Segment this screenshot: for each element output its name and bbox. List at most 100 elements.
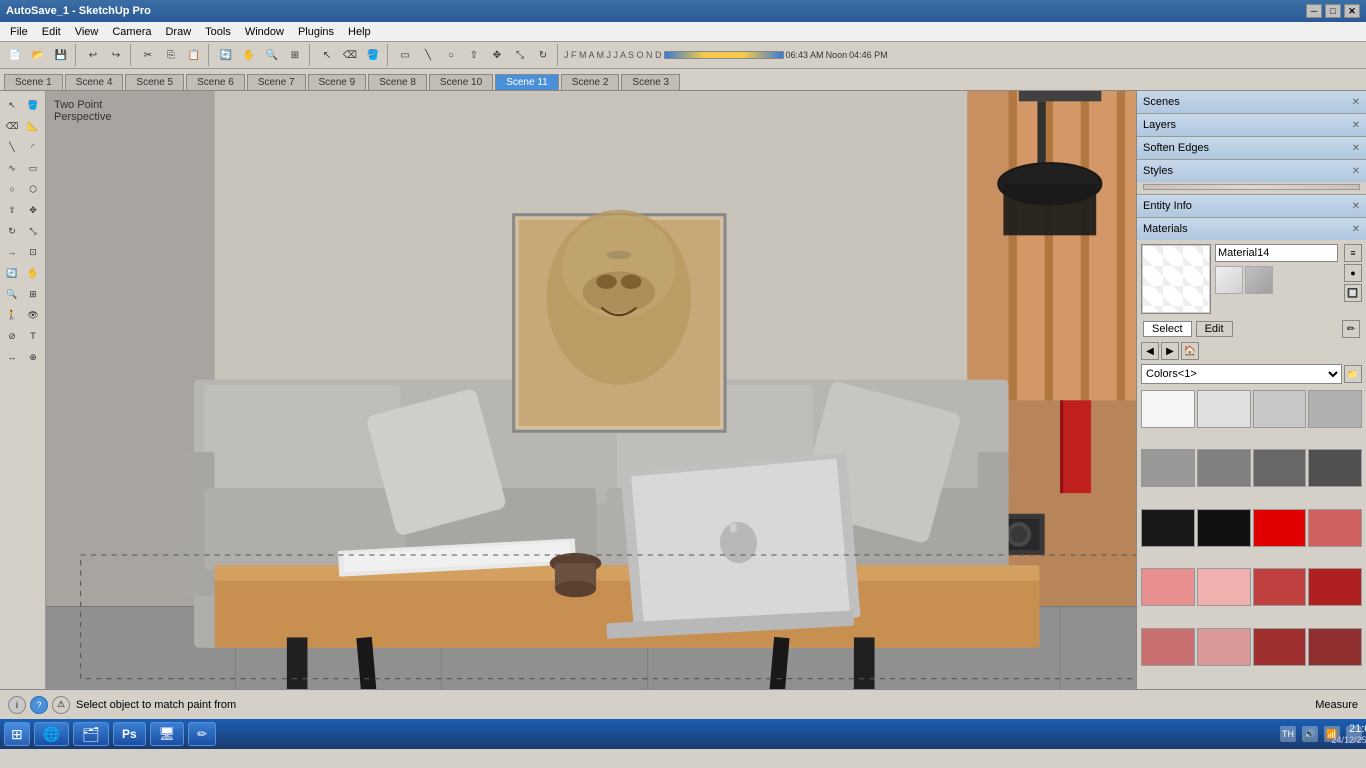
scene-tab-scene-4[interactable]: Scene 4 [65,74,124,90]
color-swatch-18[interactable] [1253,628,1307,666]
pushpull-tool[interactable]: ⇧ [2,200,22,220]
scenes-header[interactable]: Scenes ✕ [1137,91,1366,113]
layers-header[interactable]: Layers ✕ [1137,114,1366,136]
color-swatch-19[interactable] [1308,628,1362,666]
freehand-tool[interactable]: ∿ [2,158,22,178]
color-swatch-12[interactable] [1141,568,1195,606]
color-swatch-15[interactable] [1308,568,1362,606]
rect-button[interactable]: ▭ [394,44,416,66]
mat-eyedropper-button[interactable]: 🔲 [1344,284,1362,302]
cut-button[interactable]: ✂ [137,44,159,66]
mat-browse-button[interactable]: ≡ [1344,244,1362,262]
open-button[interactable]: 📂 [27,44,49,66]
color-swatch-1[interactable] [1197,390,1251,428]
viewport[interactable]: Two Point Perspective [46,91,1136,689]
entity-info-close[interactable]: ✕ [1352,201,1360,212]
mat-forward-button[interactable]: ▶ [1161,342,1179,360]
taskbar-sketchup-btn[interactable]: ✏ [188,722,216,746]
menu-item-view[interactable]: View [69,24,105,40]
color-swatch-17[interactable] [1197,628,1251,666]
circle-tool[interactable]: ○ [2,179,22,199]
scene-tab-scene-1[interactable]: Scene 1 [4,74,63,90]
select-tool[interactable]: ↖ [2,95,22,115]
menu-item-window[interactable]: Window [239,24,290,40]
paste-button[interactable]: 📋 [183,44,205,66]
color-swatch-16[interactable] [1141,628,1195,666]
color-swatch-7[interactable] [1308,449,1362,487]
scene-tab-scene-5[interactable]: Scene 5 [125,74,184,90]
line-tool[interactable]: ╲ [2,137,22,157]
scene-tab-scene-6[interactable]: Scene 6 [186,74,245,90]
layers-close[interactable]: ✕ [1352,120,1360,131]
mat-sphere-button[interactable]: ● [1344,264,1362,282]
close-button[interactable]: ✕ [1344,4,1360,18]
text-tool[interactable]: T [23,326,43,346]
save-button[interactable]: 💾 [50,44,72,66]
scale-tool-lt[interactable]: ⤡ [23,221,43,241]
look-tool[interactable]: 👁 [23,305,43,325]
move-tool-lt[interactable]: ✥ [23,200,43,220]
offset-tool[interactable]: ⊡ [23,242,43,262]
taskbar-photoshop-btn[interactable]: Ps [113,722,146,746]
color-swatch-10[interactable] [1253,509,1307,547]
pan-button[interactable]: ✋ [238,44,260,66]
color-swatch-14[interactable] [1253,568,1307,606]
color-swatch-13[interactable] [1197,568,1251,606]
scenes-close[interactable]: ✕ [1352,97,1360,108]
rotate-tool-lt[interactable]: ↻ [2,221,22,241]
color-swatch-8[interactable] [1141,509,1195,547]
color-swatch-6[interactable] [1253,449,1307,487]
material-category-dropdown[interactable]: Colors<1>ColorsAsphalt and ConcreteBrick… [1141,364,1342,384]
orbit-button[interactable]: 🔄 [215,44,237,66]
taskbar-browser-btn[interactable]: 🌐 [34,722,69,746]
material-name-input[interactable] [1215,244,1338,262]
zoom-extents-button[interactable]: ⊞ [284,44,306,66]
menu-item-camera[interactable]: Camera [106,24,157,40]
soften-edges-close[interactable]: ✕ [1352,143,1360,154]
taskbar-explorer-btn[interactable]: 🗂 [73,722,109,746]
styles-header[interactable]: Styles ✕ [1137,160,1366,182]
menu-item-tools[interactable]: Tools [199,24,237,40]
circle-button[interactable]: ○ [440,44,462,66]
move-button[interactable]: ✥ [486,44,508,66]
mat-paint-dropper[interactable]: ✏ [1342,320,1360,338]
dimension-tool[interactable]: ↔ [2,347,22,367]
color-swatch-9[interactable] [1197,509,1251,547]
menu-item-plugins[interactable]: Plugins [292,24,340,40]
eraser-button[interactable]: ⌫ [339,44,361,66]
soften-edges-header[interactable]: Soften Edges ✕ [1137,137,1366,159]
scene-tab-scene-8[interactable]: Scene 8 [368,74,427,90]
color-swatch-3[interactable] [1308,390,1362,428]
scene-tab-scene-3[interactable]: Scene 3 [621,74,680,90]
rotate-button[interactable]: ↻ [532,44,554,66]
new-button[interactable]: 📄 [4,44,26,66]
line-button[interactable]: ╲ [417,44,439,66]
orbit-tool[interactable]: 🔄 [2,263,22,283]
axes-tool[interactable]: ⊕ [23,347,43,367]
menu-item-draw[interactable]: Draw [159,24,197,40]
color-swatch-5[interactable] [1197,449,1251,487]
menu-item-edit[interactable]: Edit [36,24,67,40]
follow-me-tool[interactable]: → [2,242,22,262]
scale-button[interactable]: ⤡ [509,44,531,66]
sun-position-bar[interactable] [664,51,784,59]
polygon-tool[interactable]: ⬡ [23,179,43,199]
scene-tab-scene-10[interactable]: Scene 10 [429,74,493,90]
walk-tool[interactable]: 🚶 [2,305,22,325]
menu-item-file[interactable]: File [4,24,34,40]
scene-tab-scene-11[interactable]: Scene 11 [495,74,559,90]
paint-button[interactable]: 🪣 [362,44,384,66]
entity-info-header[interactable]: Entity Info ✕ [1137,195,1366,217]
tape-tool[interactable]: 📐 [23,116,43,136]
mat-back-button[interactable]: ◀ [1141,342,1159,360]
mat-home-button[interactable]: 🏠 [1181,342,1199,360]
select-tool-button[interactable]: ↖ [316,44,338,66]
copy-button[interactable]: ⎘ [160,44,182,66]
menu-item-help[interactable]: Help [342,24,377,40]
push-pull-button[interactable]: ⇧ [463,44,485,66]
zoom-ext-lt[interactable]: ⊞ [23,284,43,304]
start-button[interactable]: ⊞ [4,722,30,746]
styles-close[interactable]: ✕ [1352,166,1360,177]
zoom-button[interactable]: 🔍 [261,44,283,66]
color-swatch-2[interactable] [1253,390,1307,428]
